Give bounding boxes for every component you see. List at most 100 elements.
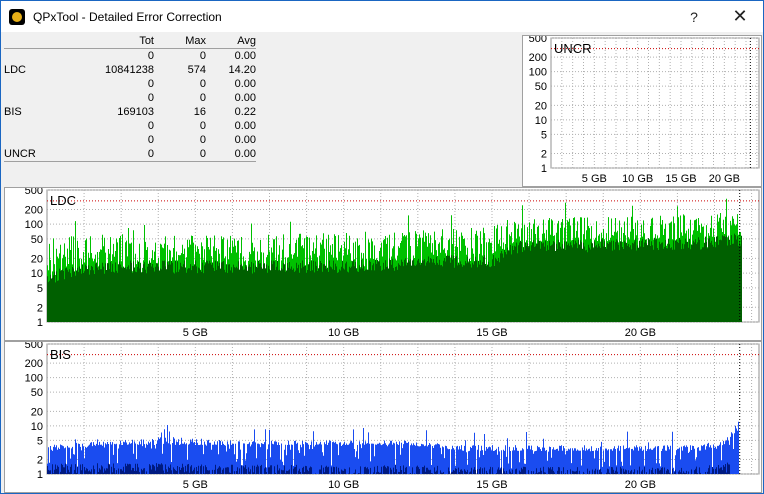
stats-row: 0 0 0.00 <box>4 133 256 147</box>
stats-header-label <box>4 34 50 49</box>
stats-cell: UNCR <box>4 147 50 162</box>
stats-cell: 14.20 <box>228 64 256 76</box>
ldc-y-tick-label: 10 <box>31 268 43 280</box>
ldc-y-tick-label: 500 <box>25 188 43 197</box>
bis-y-tick-label: 1 <box>37 469 43 481</box>
uncr-y-tick-label: 500 <box>529 36 547 45</box>
bis-y-tick-label: 200 <box>25 358 43 370</box>
stats-cell <box>4 133 50 147</box>
stats-cell <box>4 91 50 105</box>
stats-cell: BIS <box>4 106 22 118</box>
bis-x-tick-label: 5 GB <box>183 479 208 491</box>
uncr-x-tick-label: 20 GB <box>709 173 740 185</box>
stats-cell: 10841238 <box>105 64 154 76</box>
stats-cell: 0 <box>199 92 206 104</box>
stats-cell: 169103 <box>117 106 154 118</box>
stats-cell: 0.22 <box>234 106 256 118</box>
uncr-chart-panel: 500 200 100 50 20 10 5 2 1 5 GB 10 GB 15 GB 20 GB UNC… <box>522 33 762 187</box>
stats-cell: 574 <box>187 64 206 76</box>
stats-cell: 0 <box>147 134 154 146</box>
ldc-y-tick-label: 5 <box>37 283 43 295</box>
stats-table: Tot Max Avg 0 0 0.00 LDC 10841238 574 14.20 0… <box>4 34 256 166</box>
ldc-y-tick-label: 20 <box>31 253 43 265</box>
stats-row: 0 0 0.00 <box>4 49 256 64</box>
ldc-chart-title: LDC <box>50 193 76 208</box>
stats-cell <box>4 77 50 91</box>
uncr-x-tick-label: 15 GB <box>665 173 696 185</box>
stats-cell: 0.00 <box>234 92 256 104</box>
ldc-x-tick-label: 20 GB <box>625 327 656 339</box>
ldc-x-tick-label: 5 GB <box>183 327 208 339</box>
bis-y-tick-label: 10 <box>31 421 43 433</box>
stats-cell: 0 <box>147 50 154 62</box>
stats-row: UNCR 0 0 0.00 <box>4 147 256 162</box>
stats-cell: 0.00 <box>234 78 256 90</box>
stats-cell: 0.00 <box>234 134 256 146</box>
bis-x-tick-label: 20 GB <box>625 479 656 491</box>
bis-chart: 5002001005020105215 GB 10 GB 15 GB 20 GBBIS <box>25 339 760 491</box>
stats-cell: 0 <box>154 147 206 162</box>
bis-y-tick-label: 100 <box>25 373 43 385</box>
ldc-x-tick-label: 10 GB <box>328 327 359 339</box>
stats-cell <box>4 49 50 64</box>
stats-row: 0 0 0.00 <box>4 77 256 91</box>
ldc-chart-panel: 500 200 100 50 20 10 5 2 1 5 GB 10 GB 15 GB 20 GB LDC <box>4 185 762 341</box>
stats-cell: 0 <box>147 120 154 132</box>
uncr-plot-area <box>550 37 760 169</box>
uncr-y-tick-label: 5 <box>541 129 547 141</box>
ldc-y-tick-label: 50 <box>31 234 43 246</box>
ldc-chart: 5002001005020105215 GB 10 GB 15 GB 20 GBLDC <box>25 185 760 339</box>
stats-cell: 0 <box>199 78 206 90</box>
uncr-y-tick-label: 10 <box>535 115 547 127</box>
stats-cell: 16 <box>193 106 206 118</box>
uncr-y-tick-label: 100 <box>529 67 547 79</box>
stats-header-row: Tot Max Avg <box>4 34 256 49</box>
ldc-y-tick-label: 2 <box>37 302 43 314</box>
ldc-y-tick-label: 100 <box>25 219 43 231</box>
bis-chart-panel: 500 200 100 50 20 10 5 2 1 5 GB 10 GB 15 GB 20 GB BIS <box>4 339 762 493</box>
stats-header-avg: Avg <box>206 34 256 49</box>
qpxtool-logo-icon <box>9 8 25 25</box>
uncr-y-tick-label: 2 <box>541 149 547 161</box>
stats-cell: 0 <box>199 120 206 132</box>
bis-y-tick-label: 2 <box>37 455 43 467</box>
stats-cell: 0 <box>147 78 154 90</box>
bis-x-tick-label: 15 GB <box>476 479 507 491</box>
stats-cell: LDC <box>4 64 27 76</box>
stats-cell: 0.00 <box>206 147 256 162</box>
ldc-x-tick-label: 15 GB <box>476 327 507 339</box>
stats-cell: 0 <box>199 134 206 146</box>
stats-cell: 0 <box>147 92 154 104</box>
close-button[interactable]: ✕ <box>717 1 763 32</box>
bis-y-tick-label: 500 <box>25 342 43 351</box>
stats-cell <box>4 119 50 133</box>
bis-y-tick-label: 50 <box>31 387 43 399</box>
stats-cell: 0.00 <box>234 120 256 132</box>
ldc-y-tick-label: 200 <box>25 204 43 216</box>
bis-y-tick-label: 20 <box>31 406 43 418</box>
qpxtool-window: QPxTool - Detailed Error Correction ? ✕ … <box>0 0 764 494</box>
uncr-y-tick-label: 1 <box>541 163 547 175</box>
stats-cell: 0 <box>50 147 154 162</box>
window-title: QPxTool - Detailed Error Correction <box>33 9 222 24</box>
bis-x-tick-label: 10 GB <box>328 479 359 491</box>
uncr-y-tick-label: 50 <box>535 81 547 93</box>
stats-row: LDC 10841238 574 14.20 <box>4 63 256 77</box>
stats-cell: 0.00 <box>234 50 256 62</box>
uncr-x-tick-label: 5 GB <box>582 173 607 185</box>
uncr-chart: 5002001005020105215 GB 10 GB 15 GB 20 GBUNC… <box>529 33 760 185</box>
uncr-x-tick-label: 10 GB <box>622 173 653 185</box>
stats-row: BIS 169103 16 0.22 <box>4 105 256 119</box>
title-bar: QPxTool - Detailed Error Correction ? ✕ <box>1 1 763 32</box>
ldc-y-tick-label: 1 <box>37 317 43 329</box>
uncr-y-tick-label: 200 <box>529 52 547 64</box>
uncr-chart-title: UNCR <box>554 41 592 56</box>
stats-header-tot: Tot <box>50 34 154 49</box>
bis-y-tick-label: 5 <box>37 435 43 447</box>
stats-row: 0 0 0.00 <box>4 119 256 133</box>
bis-chart-title: BIS <box>50 347 71 362</box>
uncr-y-tick-label: 20 <box>535 100 547 112</box>
help-button[interactable]: ? <box>671 1 717 32</box>
stats-row: 0 0 0.00 <box>4 91 256 105</box>
stats-header-max: Max <box>154 34 206 49</box>
